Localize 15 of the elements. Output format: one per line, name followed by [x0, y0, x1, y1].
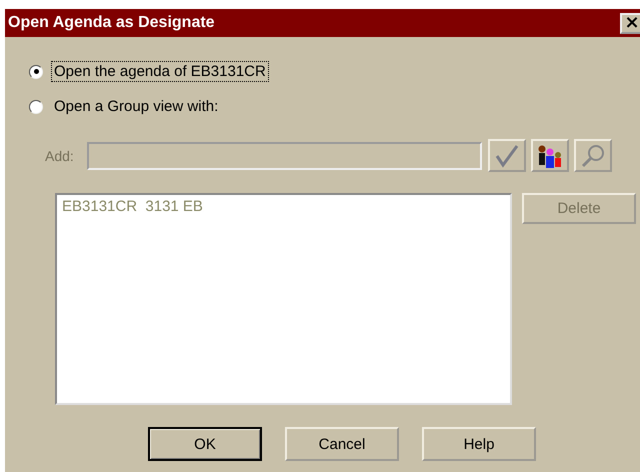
search-icon: [579, 142, 607, 168]
add-label: Add:: [45, 148, 75, 164]
radio-button[interactable]: [29, 64, 43, 78]
close-button[interactable]: ×: [620, 12, 640, 34]
search-button[interactable]: [574, 139, 612, 172]
dialog-button[interactable]: Cancel: [285, 427, 399, 461]
window-title: Open Agenda as Designate: [8, 14, 215, 32]
check-button[interactable]: [488, 139, 526, 172]
group-button[interactable]: [531, 139, 569, 172]
radio-label[interactable]: Open the agenda of EB3131CR: [51, 61, 269, 82]
radio-button[interactable]: [29, 100, 43, 114]
dialog-button[interactable]: Help: [422, 427, 536, 461]
radio-label[interactable]: Open a Group view with:: [51, 96, 222, 117]
check-icon: [494, 142, 520, 168]
dialog-button[interactable]: OK: [148, 427, 262, 461]
